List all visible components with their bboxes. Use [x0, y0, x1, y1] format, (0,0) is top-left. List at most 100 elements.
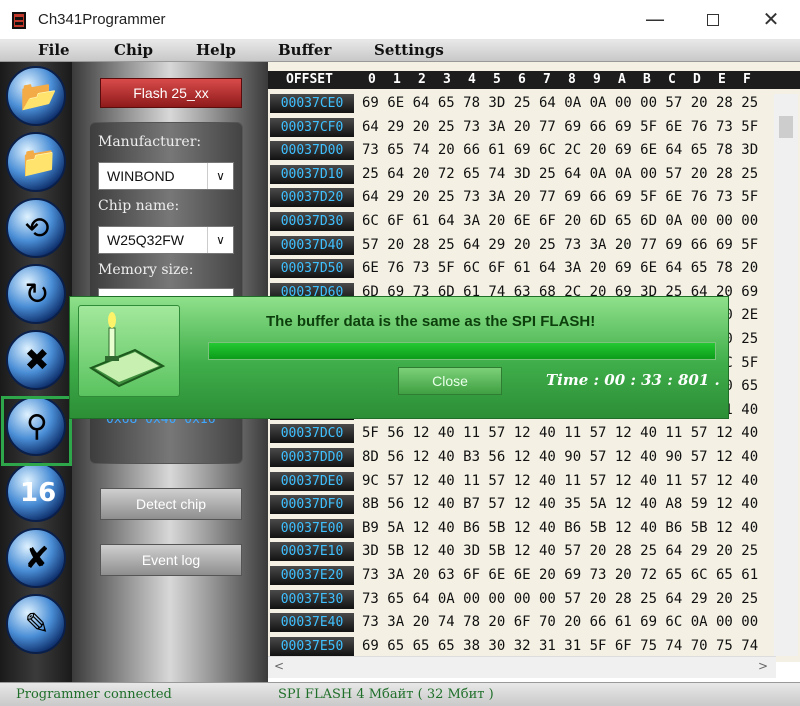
- hex-bytes[interactable]: 64 29 20 25 73 3A 20 77 69 66 69 5F 6E 7…: [362, 186, 758, 208]
- hex-bytes[interactable]: 8B 56 12 40 B7 57 12 40 35 5A 12 40 A8 5…: [362, 493, 758, 515]
- hex-row: 00037CE0 69 6E 64 65 78 3D 25 64 0A 0A 00…: [268, 92, 800, 114]
- sidebar-tool-button[interactable]: ✘: [6, 528, 66, 588]
- hex-column-header: 2: [418, 72, 426, 87]
- title-bar: Ch341Programmer — ✕: [0, 0, 800, 40]
- sidebar-tool-button[interactable]: ↻: [6, 264, 66, 324]
- hex-bytes[interactable]: 64 29 20 25 73 3A 20 77 69 66 69 5F 6E 7…: [362, 116, 758, 138]
- elapsed-time: Time : 00 : 33 : 801 .: [546, 371, 720, 389]
- auto-program-icon: ✎: [24, 607, 50, 642]
- hex-bytes[interactable]: 73 3A 20 63 6F 6E 6E 20 69 73 20 72 65 6…: [362, 564, 758, 586]
- hex-header: OFFSET 0 1 2 3 4 5 6 7 8 9 A B C D E F: [268, 71, 800, 89]
- hex-column-header: 1: [393, 72, 401, 87]
- hex-bytes[interactable]: 9C 57 12 40 11 57 12 40 11 57 12 40 11 5…: [362, 470, 758, 492]
- memory-size-label: Memory size:: [98, 262, 194, 278]
- hex-row: 00037DC0 5F 56 12 40 11 57 12 40 11 57 12…: [268, 422, 800, 444]
- read-chip-icon: ⟲: [24, 211, 50, 246]
- hex-bytes[interactable]: 73 3A 20 74 78 20 6F 70 20 66 61 69 6C 0…: [362, 611, 758, 633]
- hex-offset: 00037D10: [270, 164, 354, 184]
- hex-offset: 00037E40: [270, 613, 354, 633]
- hex-column-header: A: [618, 72, 626, 87]
- hex-offset: 00037E10: [270, 542, 354, 562]
- hex-offset: 00037E00: [270, 518, 354, 538]
- hex-bytes[interactable]: 6C 6F 61 64 3A 20 6E 6F 20 6D 65 6D 0A 0…: [362, 210, 758, 232]
- manufacturer-select[interactable]: WINBOND ∨: [98, 162, 234, 190]
- hex-offset: 00037CF0: [270, 117, 354, 137]
- candle-book-icon: [78, 305, 180, 397]
- menu-file[interactable]: File: [38, 41, 70, 59]
- close-window-button[interactable]: ✕: [742, 0, 800, 40]
- hex-bytes[interactable]: 73 65 74 20 66 61 69 6C 2C 20 69 6E 64 6…: [362, 139, 758, 161]
- hex-row: 00037D20 64 29 20 25 73 3A 20 77 69 66 69…: [268, 186, 800, 208]
- hex-offset: 00037E50: [270, 636, 354, 656]
- hex-bytes[interactable]: 8D 56 12 40 B3 56 12 40 90 57 12 40 90 5…: [362, 446, 758, 468]
- hex-column-header: 6: [518, 72, 526, 87]
- menu-chip[interactable]: Chip: [114, 41, 153, 59]
- horizontal-scrollbar[interactable]: < >: [268, 656, 776, 678]
- window-title: Ch341Programmer: [38, 11, 166, 28]
- scroll-left-icon[interactable]: <: [274, 659, 284, 673]
- hex-column-header: 4: [468, 72, 476, 87]
- hex-bytes[interactable]: 69 65 65 65 38 30 32 31 31 5F 6F 75 74 7…: [362, 635, 758, 657]
- hex-offset: 00037DD0: [270, 448, 354, 467]
- hex-column-header: F: [743, 72, 751, 87]
- erase-chip-icon: ✖: [24, 343, 50, 378]
- hex-offset: 00037DE0: [270, 471, 354, 491]
- hex-bytes[interactable]: 3D 5B 12 40 3D 5B 12 40 57 20 28 25 64 2…: [362, 540, 758, 562]
- maximize-button[interactable]: [684, 0, 742, 40]
- vertical-scroll-thumb[interactable]: [779, 116, 793, 138]
- manufacturer-label: Manufacturer:: [98, 134, 202, 150]
- hex-row: 00037E40 73 3A 20 74 78 20 6F 70 20 66 61…: [268, 611, 800, 633]
- hex-bytes[interactable]: 57 20 28 25 64 29 20 25 73 3A 20 77 69 6…: [362, 234, 758, 256]
- hex-bytes[interactable]: 73 65 64 0A 00 00 00 00 57 20 28 25 64 2…: [362, 588, 758, 610]
- chip-name-select[interactable]: W25Q32FW ∨: [98, 226, 234, 254]
- hex-bytes[interactable]: 6E 76 73 5F 6C 6F 61 64 3A 20 69 6E 64 6…: [362, 257, 758, 279]
- hex-row: 00037E20 73 3A 20 63 6F 6E 6E 20 69 73 20…: [268, 564, 800, 586]
- chevron-down-icon: ∨: [207, 163, 233, 189]
- hex-column-header: C: [668, 72, 676, 87]
- hex-column-header: 5: [493, 72, 501, 87]
- sidebar-tool-button[interactable]: ✎: [6, 594, 66, 654]
- connection-status: Programmer connected: [16, 687, 172, 702]
- flash-type-button[interactable]: Flash 25_xx: [100, 78, 242, 108]
- event-log-button[interactable]: Event log: [100, 544, 242, 576]
- offset-header: OFFSET: [286, 72, 333, 87]
- sidebar-tool-button[interactable]: 16: [6, 462, 66, 522]
- status-bar: Programmer connected SPI FLASH 4 Мбайт (…: [0, 682, 800, 706]
- open-file-icon: 📂: [20, 79, 58, 114]
- hex-row: 00037D10 25 64 20 72 65 74 3D 25 64 0A 0A…: [268, 163, 800, 185]
- maximize-icon: [707, 14, 719, 26]
- hex-offset: 00037D40: [270, 235, 354, 255]
- hex-row: 00037E00 B9 5A 12 40 B6 5B 12 40 B6 5B 12…: [268, 517, 800, 539]
- scroll-right-icon[interactable]: >: [758, 659, 768, 673]
- hex-bytes[interactable]: 25 64 20 72 65 74 3D 25 64 0A 0A 00 57 2…: [362, 163, 758, 185]
- dialog-close-button[interactable]: Close: [398, 367, 502, 395]
- menu-help[interactable]: Help: [196, 41, 236, 59]
- hex-column-header: 7: [543, 72, 551, 87]
- menu-buffer[interactable]: Buffer: [278, 41, 331, 59]
- hex-column-header: D: [693, 72, 701, 87]
- write-chip-icon: ↻: [24, 277, 50, 312]
- save-file-icon: 📁: [20, 145, 58, 180]
- sidebar-tool-button[interactable]: ✖: [6, 330, 66, 390]
- minimize-button[interactable]: —: [626, 0, 684, 40]
- sidebar-tool-button[interactable]: 📁: [6, 132, 66, 192]
- chip-name-label: Chip name:: [98, 198, 180, 214]
- hex-bytes[interactable]: B9 5A 12 40 B6 5B 12 40 B6 5B 12 40 B6 5…: [362, 517, 758, 539]
- hex-row: 00037DE0 9C 57 12 40 11 57 12 40 11 57 12…: [268, 470, 800, 492]
- verify-progress-bar: [208, 342, 716, 360]
- sidebar-tool-button[interactable]: ⟲: [6, 198, 66, 258]
- hex-column-header: 9: [593, 72, 601, 87]
- menu-settings[interactable]: Settings: [374, 41, 444, 59]
- hex-offset: 00037D50: [270, 259, 354, 279]
- vertical-scrollbar[interactable]: [774, 94, 798, 656]
- hex-column-header: B: [643, 72, 651, 87]
- hex-column-header: 3: [443, 72, 451, 87]
- hex-bytes[interactable]: 69 6E 64 65 78 3D 25 64 0A 0A 00 00 57 2…: [362, 92, 758, 114]
- hex-bytes[interactable]: 5F 56 12 40 11 57 12 40 11 57 12 40 11 5…: [362, 422, 758, 444]
- sidebar-tool-button[interactable]: 📂: [6, 66, 66, 126]
- detect-chip-button[interactable]: Detect chip: [100, 488, 242, 520]
- hex-row: 00037E30 73 65 64 0A 00 00 00 00 57 20 28…: [268, 588, 800, 610]
- app-chip-icon: [12, 12, 26, 29]
- hex-row: 00037D00 73 65 74 20 66 61 69 6C 2C 20 69…: [268, 139, 800, 161]
- hex-offset: 00037D00: [270, 141, 354, 161]
